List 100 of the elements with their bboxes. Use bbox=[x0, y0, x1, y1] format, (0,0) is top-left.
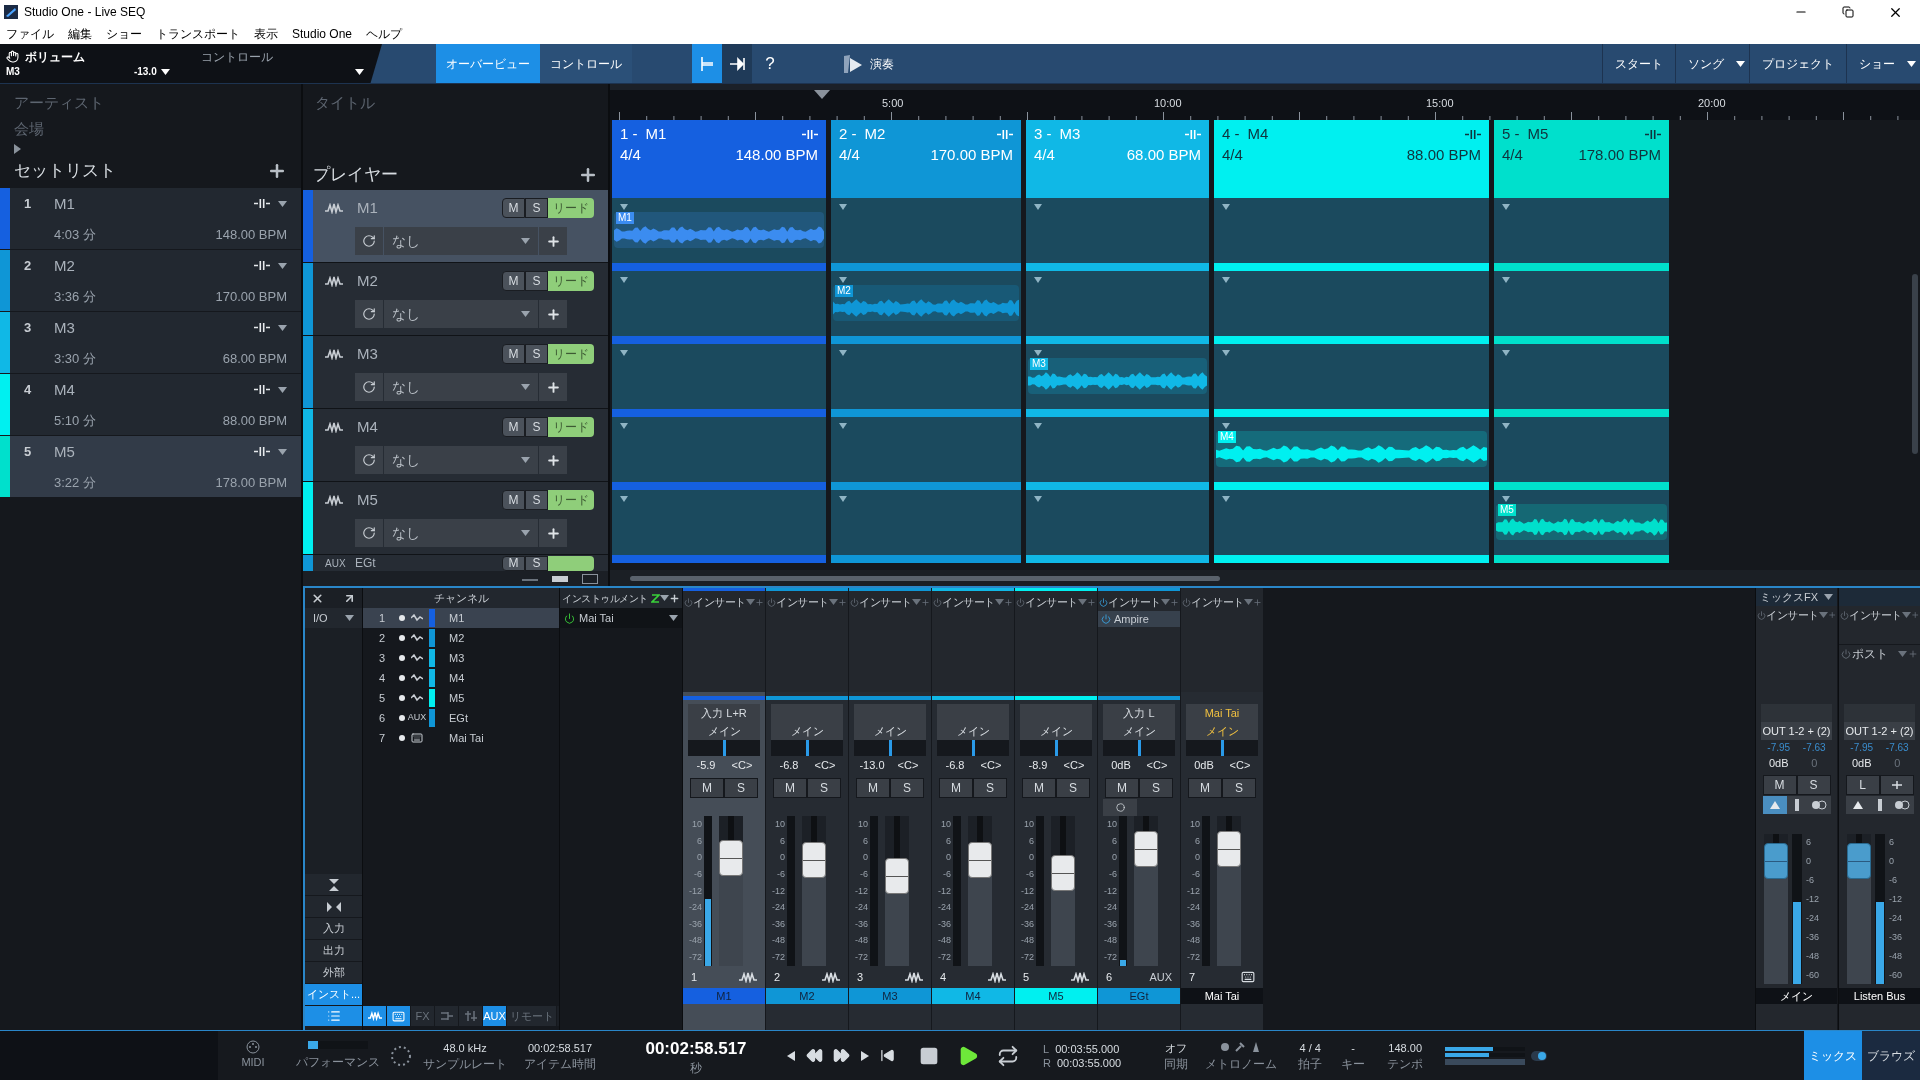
tempo-readout[interactable]: 148.00 bbox=[1388, 1040, 1422, 1057]
channel-list-row[interactable]: 3 M3 bbox=[363, 648, 559, 668]
channel-strip[interactable]: インサート メイン -8.9 <C> M S 10 6 0 -6 -12 -24 -36 -48 -72 5 M5 bbox=[1015, 588, 1097, 1030]
perform-label[interactable]: 演奏 bbox=[870, 54, 894, 73]
pan-readout[interactable]: <C> bbox=[973, 756, 1009, 774]
fader-track[interactable] bbox=[1764, 834, 1788, 984]
metronome-dot-icon[interactable] bbox=[1221, 1042, 1230, 1051]
loop-button[interactable] bbox=[355, 519, 383, 548]
add-button[interactable] bbox=[539, 300, 567, 329]
timeline-ruler[interactable]: 5:00 10:00 15:00 20:00 bbox=[610, 84, 1920, 120]
caret-icon[interactable] bbox=[355, 68, 364, 75]
follow-button[interactable] bbox=[722, 44, 752, 83]
z-logo-icon[interactable] bbox=[651, 593, 660, 603]
channel-name[interactable]: Mai Tai bbox=[1181, 988, 1263, 1004]
channel-name[interactable]: M2 bbox=[766, 988, 848, 1004]
fader-track[interactable] bbox=[719, 816, 743, 966]
insert-slot-area[interactable]: インサート Ampire bbox=[1098, 588, 1180, 692]
menu-item[interactable]: 編集 bbox=[68, 25, 92, 43]
preset-dropdown[interactable]: なし bbox=[384, 227, 538, 256]
pan-slider[interactable] bbox=[854, 740, 926, 756]
song-block-header[interactable]: 1 - M1 4/4 148.00 BPM bbox=[612, 120, 826, 190]
channel-list-row[interactable]: 6 AUX EGt bbox=[363, 708, 559, 728]
track-lane[interactable] bbox=[1494, 263, 1669, 336]
mute-button[interactable]: M bbox=[502, 198, 525, 218]
visibility-dot-icon[interactable] bbox=[399, 735, 405, 741]
routing-button[interactable] bbox=[1879, 775, 1914, 795]
monitor-button[interactable] bbox=[1103, 798, 1137, 816]
player-track[interactable]: M4 M S リード なし bbox=[303, 409, 608, 482]
marker-icon[interactable] bbox=[254, 447, 270, 457]
track-lane[interactable] bbox=[1026, 263, 1209, 336]
input-selector[interactable]: 入力 L bbox=[1103, 704, 1175, 722]
track-lane[interactable] bbox=[831, 336, 1021, 409]
instrument-row[interactable]: Mai Tai bbox=[560, 608, 682, 628]
mute-button[interactable]: M bbox=[502, 344, 525, 364]
marker-icon[interactable] bbox=[1645, 129, 1661, 139]
marker-icon[interactable] bbox=[1465, 129, 1481, 139]
channel-list-row[interactable]: 1 M1 bbox=[363, 608, 559, 628]
player-track[interactable]: M5 M S リード なし bbox=[303, 482, 608, 555]
solo-button[interactable]: S bbox=[973, 778, 1007, 798]
mute-button[interactable]: M bbox=[1022, 778, 1056, 798]
setlist-item[interactable]: 3 M3 3:30 分 68.00 BPM bbox=[0, 312, 301, 374]
setlist-item[interactable]: 1 M1 4:03 分 148.00 BPM bbox=[0, 188, 301, 250]
volume-readout[interactable]: 0dB bbox=[1844, 754, 1880, 772]
caret-icon[interactable] bbox=[1907, 60, 1916, 67]
volume-readout[interactable]: 0dB bbox=[1186, 756, 1222, 774]
fader-track[interactable] bbox=[1847, 834, 1871, 984]
page-button[interactable]: プロジェクト bbox=[1750, 44, 1846, 83]
channel-strip[interactable]: インサート メイン -6.8 <C> M S 10 6 0 -6 -12 -24 -36 -48 -72 4 M4 bbox=[932, 588, 1014, 1030]
visibility-dot-icon[interactable] bbox=[399, 715, 405, 721]
volume-readout[interactable]: 0dB bbox=[1103, 756, 1139, 774]
channel-name[interactable]: Listen Bus bbox=[1839, 988, 1920, 1004]
marker-icon[interactable] bbox=[802, 129, 818, 139]
fader-track[interactable] bbox=[1134, 816, 1158, 966]
marker-icon[interactable] bbox=[997, 129, 1013, 139]
insert-label[interactable]: インサート bbox=[776, 593, 829, 611]
pan-slider[interactable] bbox=[1103, 740, 1175, 756]
channel-list-row[interactable]: 2 M2 bbox=[363, 628, 559, 648]
track-lane[interactable] bbox=[612, 336, 826, 409]
add-icon[interactable] bbox=[267, 161, 287, 181]
caret-icon[interactable] bbox=[1824, 594, 1833, 600]
solo-button[interactable]: S bbox=[525, 271, 548, 291]
fader-track[interactable] bbox=[885, 816, 909, 966]
sample-rate-readout[interactable]: 48.0 kHz bbox=[443, 1040, 487, 1057]
output-selector[interactable]: OUT 1-2 + (2) bbox=[1761, 722, 1832, 740]
panel-toggle-button[interactable]: 出力 bbox=[305, 940, 362, 962]
menu-item[interactable]: ファイル bbox=[6, 25, 54, 43]
pan-slider[interactable] bbox=[771, 740, 843, 756]
perform-icon[interactable] bbox=[842, 52, 864, 75]
setlist-item[interactable]: 2 M2 3:36 分 170.00 BPM bbox=[0, 250, 301, 312]
lead-button[interactable]: リード bbox=[548, 344, 594, 364]
channel-name[interactable]: EGt bbox=[1098, 988, 1180, 1004]
insert-label[interactable]: インサート bbox=[1766, 606, 1819, 624]
output-selector[interactable]: メイン bbox=[1186, 722, 1258, 740]
lead-button[interactable]: リード bbox=[548, 490, 594, 510]
mute-button[interactable]: M bbox=[856, 778, 890, 798]
vertical-scrollbar[interactable] bbox=[1912, 274, 1918, 454]
marker-icon[interactable] bbox=[254, 323, 270, 333]
key-readout[interactable]: - bbox=[1351, 1040, 1355, 1057]
track-lane[interactable] bbox=[612, 263, 826, 336]
fast-forward-icon[interactable] bbox=[833, 1047, 850, 1064]
input-selector[interactable]: 入力 L+R bbox=[688, 704, 760, 722]
fader-handle[interactable] bbox=[968, 841, 992, 878]
menu-item[interactable]: ショー bbox=[106, 25, 142, 43]
wrench-icon[interactable] bbox=[1235, 1041, 1246, 1052]
pan-readout[interactable]: <C> bbox=[890, 756, 926, 774]
fader-track[interactable] bbox=[968, 816, 992, 966]
pan-readout[interactable]: <C> bbox=[1056, 756, 1092, 774]
insert-slot-area[interactable]: インサート bbox=[1181, 588, 1263, 692]
time-position-readout[interactable]: 00:02:58.517 bbox=[645, 1035, 747, 1062]
lane-height-icon[interactable] bbox=[582, 573, 598, 584]
preset-dropdown[interactable]: なし bbox=[384, 373, 538, 402]
player-track[interactable]: M2 M S リード なし bbox=[303, 263, 608, 336]
fader-handle[interactable] bbox=[885, 858, 909, 894]
pan-slider[interactable] bbox=[688, 740, 760, 756]
loop-time-readout[interactable]: 00:03:55.000 bbox=[1055, 1041, 1120, 1056]
bus-option-icons-drawing[interactable] bbox=[1845, 796, 1914, 816]
power-icon[interactable] bbox=[1099, 597, 1108, 607]
pan-slider[interactable] bbox=[1186, 740, 1258, 756]
menu-item[interactable]: トランスポート bbox=[156, 25, 240, 43]
visibility-dot-icon[interactable] bbox=[399, 615, 405, 621]
